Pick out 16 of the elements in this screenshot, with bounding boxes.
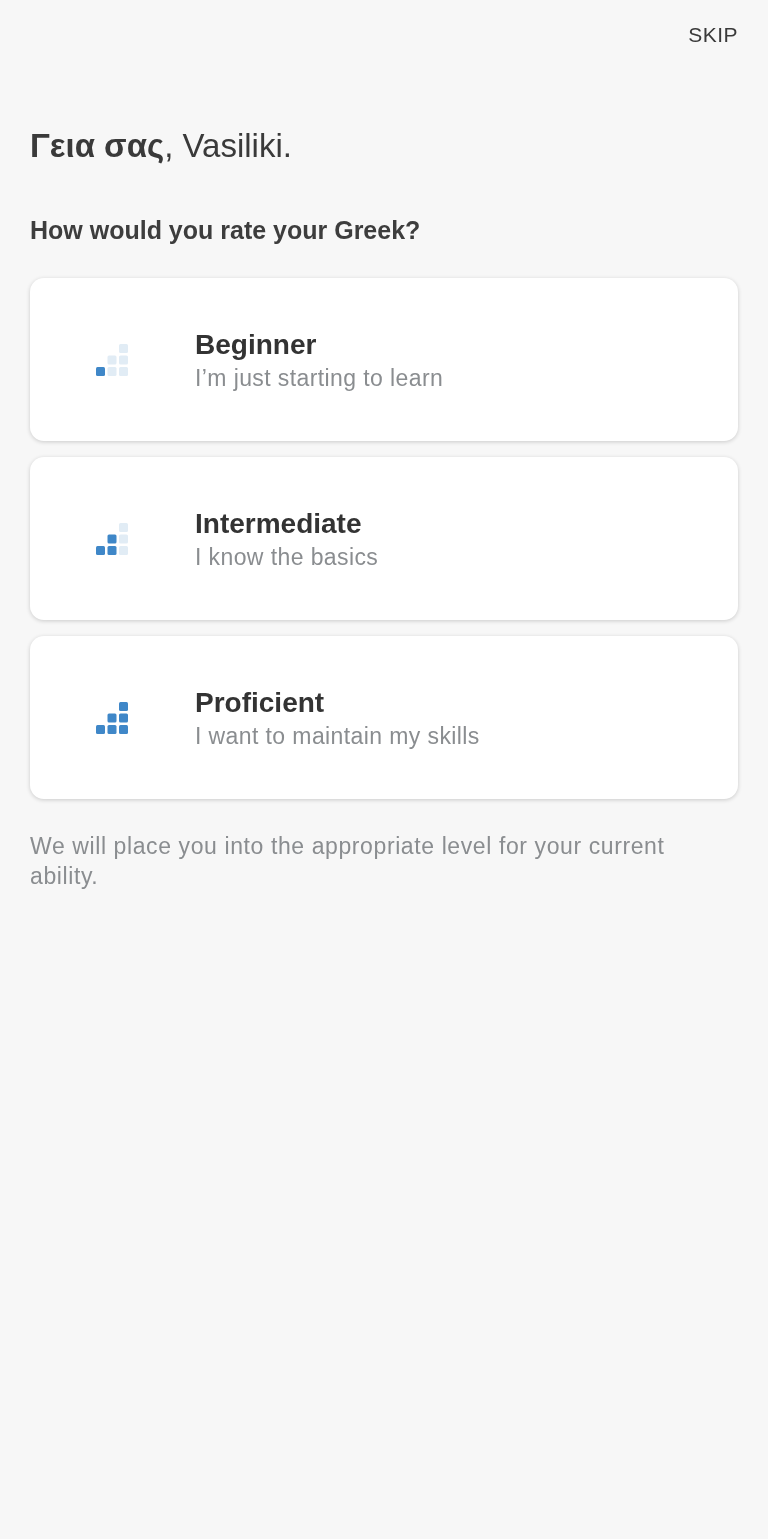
bar-steps-icon (96, 522, 128, 555)
level-description: I want to maintain my skills (195, 722, 480, 750)
level-description: I’m just starting to learn (195, 364, 444, 392)
level-option-card[interactable]: Beginner I’m just starting to learn (30, 278, 738, 441)
level-title: Beginner (195, 328, 318, 362)
question-text: How would you rate your Greek? (30, 215, 422, 246)
level-option-card[interactable]: Intermediate I know the basics (30, 457, 738, 620)
bar-steps-icon (96, 343, 128, 376)
skip-button[interactable]: SKIP (688, 22, 738, 48)
bar-steps-icon (96, 701, 128, 734)
level-option-card[interactable]: Proficient I want to maintain my skills (30, 636, 738, 799)
greeting-heading: Γεια σας, Vasiliki. (30, 126, 293, 166)
placement-note: We will place you into the appropriate level for your current ability. (30, 832, 666, 891)
level-title: Intermediate (195, 507, 363, 541)
level-title: Proficient (195, 686, 326, 720)
level-description: I know the basics (195, 543, 379, 571)
